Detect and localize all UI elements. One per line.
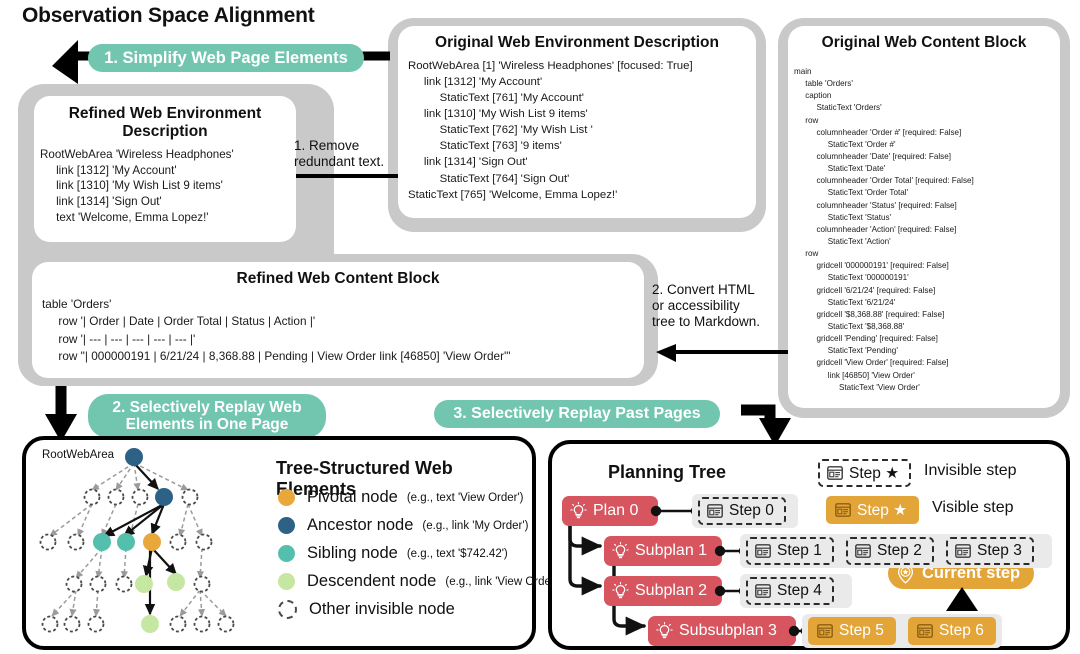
- step-3-label: 3. Selectively Replay Past Pages: [453, 405, 701, 423]
- step-2-pill[interactable]: 2. Selectively Replay Web Elements in On…: [88, 394, 326, 438]
- tree-legend-example: (e.g., link 'View Order'): [445, 575, 561, 588]
- web-element-tree: [39, 448, 235, 633]
- step-2-label: 2. Selectively Replay Web Elements in On…: [112, 398, 302, 433]
- refined-env-title: Refined Web Environment Description: [68, 105, 262, 140]
- refined-content-body: table 'Orders' row '| Order | Date | Ord…: [42, 297, 511, 364]
- plan-node-label: Plan 0: [593, 502, 639, 519]
- step-node-label: Step 6: [939, 622, 984, 639]
- original-content-card: Original Web Content Block main table 'O…: [788, 26, 1060, 408]
- step-1-label: 1. Simplify Web Page Elements: [104, 48, 348, 67]
- tree-legend-item: Pivotal node (e.g., text 'View Order'): [278, 488, 524, 507]
- diagram-canvas: Observation Space Alignment 1. Simplify …: [0, 0, 1080, 654]
- original-content-body: main table 'Orders' caption StaticText '…: [794, 67, 974, 392]
- tree-root-label: RootWebArea: [42, 449, 115, 461]
- tree-legend-name: Pivotal node: [307, 488, 398, 506]
- visible-step-node[interactable]: Step 5: [808, 617, 896, 645]
- refined-content-card: Refined Web Content Block table 'Orders'…: [32, 262, 644, 378]
- plan-node-label: Subplan 1: [635, 542, 708, 559]
- legend-dot-icon: [278, 545, 295, 562]
- legend-dot-icon: [278, 517, 295, 534]
- tree-legend-item: Other invisible node: [278, 600, 524, 619]
- plan-node-label: Subsubplan 3: [679, 622, 777, 639]
- annotation-remove-redundant: 1. Remove redundant text.: [294, 138, 385, 169]
- annotation-convert-markdown: 2. Convert HTML or accessibility tree to…: [652, 282, 761, 329]
- step-node-label: Step 5: [839, 622, 884, 639]
- browser-window-icon: [817, 624, 833, 638]
- refined-env-body: RootWebArea 'Wireless Headphones' link […: [40, 147, 234, 224]
- step-node-label: Step 0: [729, 502, 774, 519]
- step-node-label: Step 1: [777, 542, 822, 559]
- refined-env-card: Refined Web Environment Description Root…: [34, 96, 296, 242]
- browser-window-icon: [855, 544, 871, 558]
- invisible-step-node[interactable]: Step 2: [846, 537, 934, 565]
- browser-window-icon: [917, 624, 933, 638]
- step-node-label: Step 3: [977, 542, 1022, 559]
- lightbulb-icon: [612, 542, 629, 559]
- legend-dot-invisible-icon: [278, 600, 297, 619]
- browser-window-icon: [755, 584, 771, 598]
- tree-legend-example: (e.g., text '$742.42'): [406, 547, 508, 560]
- plan-rows: Plan 0 Step 0 Subplan 1 Step 1 Step 2 Step 3 S…: [552, 444, 1066, 648]
- step-3-pill[interactable]: 3. Selectively Replay Past Pages: [434, 400, 720, 428]
- tree-legend-item: Ancestor node (e.g., link 'My Order'): [278, 516, 528, 535]
- tree-legend-example: (e.g., link 'My Order'): [422, 519, 529, 532]
- invisible-step-node[interactable]: Step 3: [946, 537, 1034, 565]
- invisible-step-node[interactable]: Step 4: [746, 577, 834, 605]
- legend-dot-icon: [278, 489, 295, 506]
- lightbulb-icon: [656, 622, 673, 639]
- refined-content-title: Refined Web Content Block: [236, 270, 440, 287]
- plan-node-label: Subplan 2: [635, 582, 708, 599]
- tree-legend-name: Ancestor node: [307, 516, 414, 534]
- legend-dot-icon: [278, 573, 295, 590]
- tree-legend-name: Other invisible node: [309, 600, 455, 618]
- visible-step-node[interactable]: Step 6: [908, 617, 996, 645]
- step-node-label: Step 4: [777, 582, 822, 599]
- planning-tree-panel: Planning Tree Step ★ Invisible step Step…: [548, 440, 1070, 650]
- invisible-step-node[interactable]: Step 0: [698, 497, 786, 525]
- step-1-pill[interactable]: 1. Simplify Web Page Elements: [88, 44, 364, 72]
- invisible-step-node[interactable]: Step 1: [746, 537, 834, 565]
- original-content-title: Original Web Content Block: [821, 34, 1027, 51]
- tree-legend-item: Sibling node (e.g., text '$742.42'): [278, 544, 524, 563]
- tree-legend: Pivotal node (e.g., text 'View Order') Anc…: [278, 488, 561, 628]
- plan-node[interactable]: Plan 0: [562, 496, 658, 526]
- tree-legend-example: (e.g., text 'View Order'): [406, 491, 524, 504]
- tree-structured-panel: RootWebArea Tree-Structured Web Elements…: [22, 436, 561, 650]
- plan-node[interactable]: Subplan 1: [604, 536, 722, 566]
- lightbulb-icon: [612, 582, 629, 599]
- original-env-body: RootWebArea [1] 'Wireless Headphones' [f…: [408, 60, 693, 201]
- plan-node[interactable]: Subplan 2: [604, 576, 722, 606]
- lightbulb-icon: [570, 502, 587, 519]
- step-node-label: Step 2: [877, 542, 922, 559]
- tree-legend-item: Descendent node (e.g., link 'View Order'): [278, 572, 561, 591]
- original-env-title: Original Web Environment Description: [435, 34, 719, 51]
- browser-window-icon: [707, 504, 723, 518]
- original-env-card: Original Web Environment Description Roo…: [398, 26, 756, 218]
- browser-window-icon: [955, 544, 971, 558]
- plan-node[interactable]: Subsubplan 3: [648, 616, 796, 646]
- browser-window-icon: [755, 544, 771, 558]
- tree-legend-name: Sibling node: [307, 544, 398, 562]
- tree-legend-name: Descendent node: [307, 572, 437, 590]
